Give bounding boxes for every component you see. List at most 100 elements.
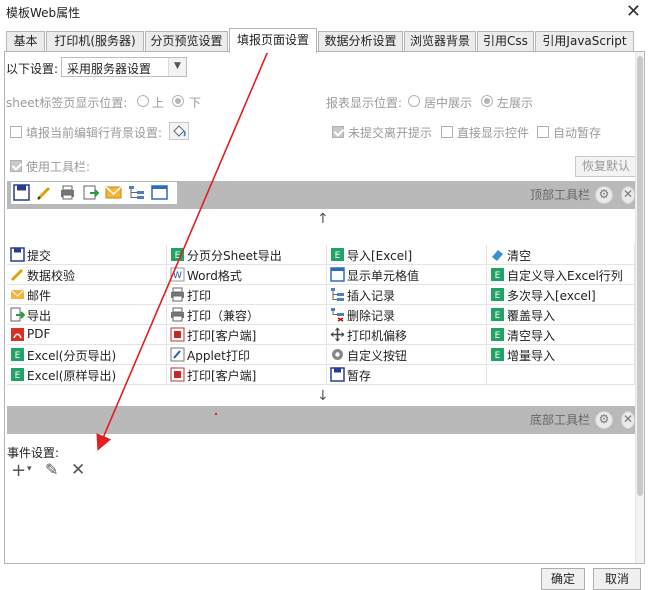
close-icon[interactable]: ✕ <box>621 186 635 204</box>
add-icon[interactable]: + <box>11 460 26 481</box>
excel-icon: E <box>491 268 504 281</box>
ok-button[interactable]: 确定 <box>541 568 585 590</box>
grid-cell[interactable]: PDF <box>7 325 167 345</box>
mode-select[interactable]: 采用服务器设置 ▼ <box>61 57 187 77</box>
fill-bg-checkbox[interactable] <box>10 126 22 138</box>
grid-cell[interactable]: 打印 <box>167 285 327 305</box>
mail-icon[interactable] <box>105 184 122 201</box>
stash-icon <box>330 367 345 382</box>
tab-fill-page-settings[interactable]: 填报页面设置 <box>229 28 317 53</box>
unsubmitted-warning-checkbox[interactable] <box>332 126 344 138</box>
edit-icon[interactable]: ✎ <box>45 460 58 479</box>
move-up-arrow-icon[interactable]: ↑ <box>317 211 329 227</box>
grid-cell[interactable]: 打印机偏移 <box>327 325 487 345</box>
grid-cell[interactable]: 插入记录 <box>327 285 487 305</box>
grid-cell[interactable]: Applet打印 <box>167 345 327 365</box>
restore-default-button[interactable]: 恢复默认 <box>575 156 637 177</box>
grid-cell[interactable]: 打印[客户端] <box>167 365 327 385</box>
report-pos-left-radio[interactable] <box>481 95 493 107</box>
applet-icon <box>170 347 185 362</box>
gear-icon[interactable]: ⚙ <box>595 186 613 204</box>
tree-icon[interactable] <box>128 184 145 201</box>
tab-printer-server[interactable]: 打印机(服务器) <box>46 31 144 52</box>
window-title: 模板Web属性 <box>6 6 81 20</box>
paint-bucket-icon[interactable] <box>169 122 189 140</box>
show-control-label: 直接显示控件 <box>457 126 530 140</box>
show-control-checkbox[interactable] <box>441 126 453 138</box>
grid-cell[interactable]: E 分页分Sheet导出 <box>167 245 327 265</box>
grid-cell[interactable]: W Word格式 <box>167 265 327 285</box>
chevron-down-icon[interactable]: ▼ <box>168 58 186 76</box>
grid-cell <box>487 365 635 385</box>
save-icon[interactable] <box>13 184 30 201</box>
following-settings-label: 以下设置: <box>6 62 59 76</box>
grid-cell[interactable]: E 自定义导入Excel行列 <box>487 265 635 285</box>
grid-cell[interactable]: E Excel(原样导出) <box>7 365 167 385</box>
tab-basic[interactable]: 基本 <box>6 31 45 52</box>
window-icon[interactable] <box>151 184 168 201</box>
report-pos-center-radio[interactable] <box>408 95 420 107</box>
grid-cell[interactable]: 自定义按钮 <box>327 345 487 365</box>
sheet-pos-top-radio[interactable] <box>137 95 149 107</box>
mail-icon <box>10 289 25 299</box>
export-icon <box>10 307 25 322</box>
excel-icon: E <box>331 248 344 261</box>
delete-icon[interactable]: ✕ <box>71 460 85 480</box>
grid-cell[interactable]: E 增量导入 <box>487 345 635 365</box>
excel-icon: E <box>491 288 504 301</box>
pdf-icon <box>11 328 24 341</box>
tab-ref-css[interactable]: 引用Css <box>477 31 534 52</box>
cell-value-icon <box>330 267 345 282</box>
sheet-position-label: sheet标签页显示位置: <box>6 96 128 110</box>
use-toolbar-checkbox[interactable] <box>10 160 22 172</box>
grid-cell[interactable]: 邮件 <box>7 285 167 305</box>
top-toolbar-icons <box>11 182 177 204</box>
chevron-down-icon[interactable]: ▾ <box>27 464 32 474</box>
word-icon: W <box>170 267 185 282</box>
grid-cell[interactable]: 显示单元格值 <box>327 265 487 285</box>
settings-panel: 以下设置: 采用服务器设置 ▼ sheet标签页显示位置: 上 下 报表显示位置… <box>4 51 645 564</box>
move-down-arrow-icon[interactable]: ↓ <box>317 388 329 404</box>
close-icon[interactable]: ✕ <box>621 411 635 429</box>
excel-icon: E <box>171 248 184 261</box>
grid-cell[interactable]: 数据校验 <box>7 265 167 285</box>
grid-cell[interactable]: E 导入[Excel] <box>327 245 487 265</box>
vertical-scrollbar[interactable] <box>635 52 644 563</box>
close-icon[interactable]: ✕ <box>626 1 641 22</box>
grid-cell[interactable]: E 清空导入 <box>487 325 635 345</box>
sheet-pos-top-label: 上 <box>152 96 165 110</box>
pencil-check-icon[interactable] <box>36 184 53 201</box>
export-icon[interactable] <box>82 184 99 201</box>
save-icon <box>10 247 25 262</box>
tab-browser-background[interactable]: 浏览器背景 <box>404 31 476 52</box>
grid-cell[interactable]: 清空 <box>487 245 635 265</box>
autosave-checkbox[interactable] <box>537 126 549 138</box>
printer-icon <box>171 287 184 302</box>
printer-icon[interactable] <box>59 184 76 201</box>
tab-page-preview[interactable]: 分页预览设置 <box>145 31 228 52</box>
grid-cell[interactable]: E 覆盖导入 <box>487 305 635 325</box>
svg-text:E: E <box>175 251 181 261</box>
grid-cell[interactable]: 打印（兼容） <box>167 305 327 325</box>
scrollbar-thumb[interactable] <box>637 56 643 496</box>
grid-cell[interactable]: 提交 <box>7 245 167 265</box>
grid-cell[interactable]: E Excel(分页导出) <box>7 345 167 365</box>
report-position-label: 报表显示位置: <box>326 96 403 110</box>
sheet-pos-bottom-radio[interactable] <box>172 95 184 107</box>
tab-data-analysis[interactable]: 数据分析设置 <box>318 31 403 52</box>
printer-icon <box>171 307 184 322</box>
pencil-check-icon <box>10 268 24 282</box>
gear-icon <box>332 349 343 360</box>
report-pos-center-label: 居中展示 <box>424 96 473 110</box>
excel-icon: E <box>491 328 504 341</box>
grid-cell[interactable]: 打印[客户端] <box>167 325 327 345</box>
tab-ref-javascript[interactable]: 引用JavaScript <box>535 31 634 52</box>
grid-cell[interactable]: 导出 <box>7 305 167 325</box>
grid-cell[interactable]: E 多次导入[excel] <box>487 285 635 305</box>
cancel-button[interactable]: 取消 <box>593 568 641 590</box>
excel-icon: E <box>491 348 504 361</box>
grid-cell[interactable]: 删除记录 <box>327 305 487 325</box>
svg-text:E: E <box>15 351 21 361</box>
grid-cell[interactable]: 暂存 <box>327 365 487 385</box>
gear-icon[interactable]: ⚙ <box>595 411 613 429</box>
